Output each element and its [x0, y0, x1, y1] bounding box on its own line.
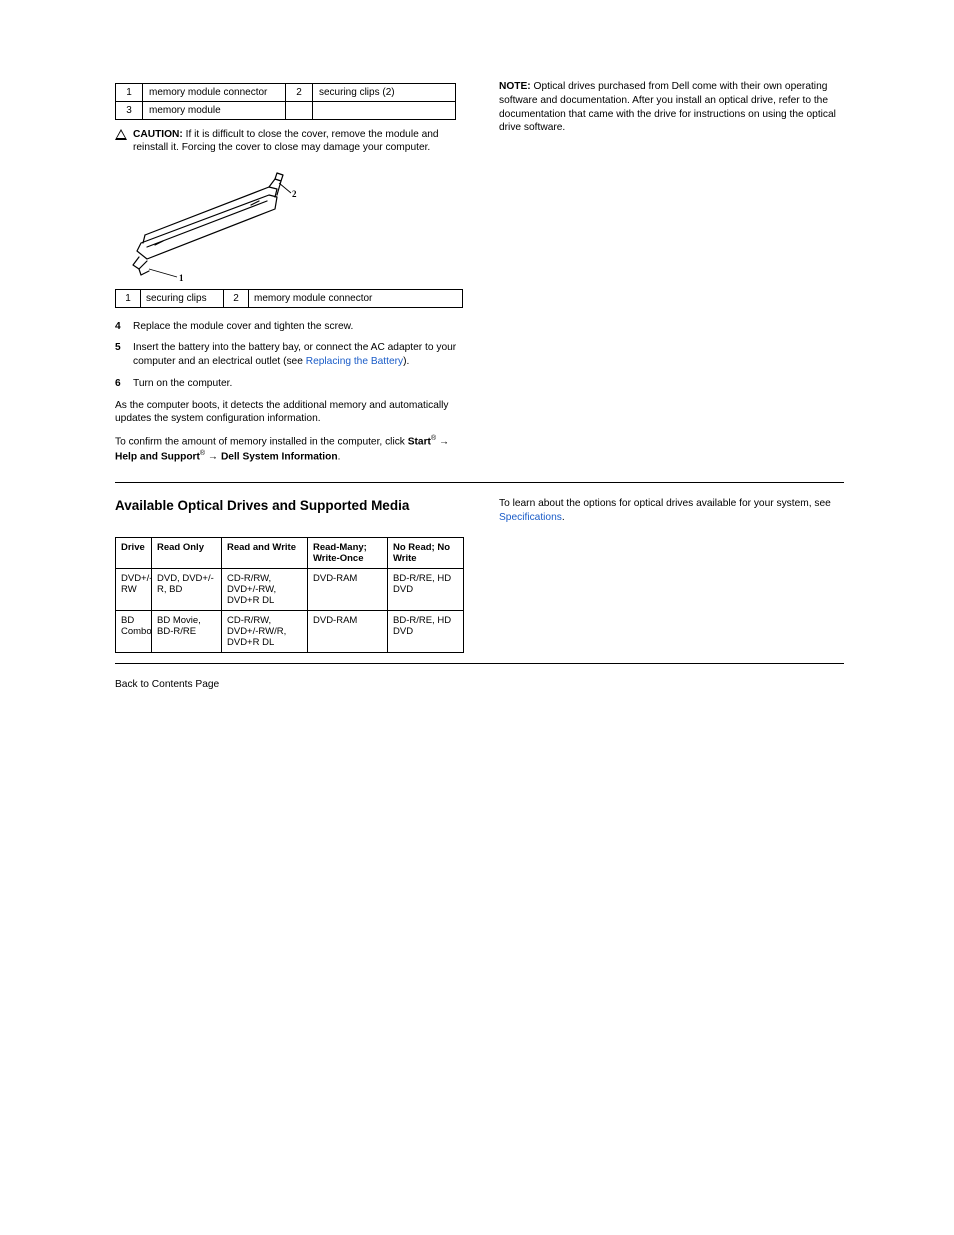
key2-2-text: memory module connector: [249, 289, 463, 307]
back-to-contents-link[interactable]: Back to Contents Page: [115, 678, 844, 692]
legend-3-text: memory module: [143, 102, 286, 120]
step-4: 4 Replace the module cover and tighten t…: [115, 320, 463, 334]
key2-2-num: 2: [224, 289, 249, 307]
table-row: BD Combo BD Movie, BD-R/RE CD-R/RW, DVD+…: [116, 610, 464, 652]
section-divider-top: [115, 482, 844, 483]
legend-table-top: 1 memory module connector 2 securing cli…: [115, 83, 456, 120]
key2-1-num: 1: [116, 289, 141, 307]
spec-intro: To learn about the options for optical d…: [499, 497, 844, 525]
legend-3-num: 3: [116, 102, 143, 120]
section-divider-bottom: [115, 663, 844, 664]
step-5: 5 Insert the battery into the battery ba…: [115, 341, 463, 369]
key2-1-text: securing clips: [141, 289, 224, 307]
confirm-paragraph: To confirm the amount of memory installe…: [115, 434, 463, 464]
caution-label: CAUTION:: [133, 129, 183, 140]
optical-drives-table: Drive Read Only Read and Write Read-Many…: [115, 537, 464, 653]
spec-h4: Read-Many; Write-Once: [308, 537, 388, 568]
legend-1-text: memory module connector: [143, 84, 286, 102]
legend-table-bottom: 1 securing clips 2 memory module connect…: [115, 289, 463, 308]
svg-text:2: 2: [292, 189, 297, 199]
caution-icon: [115, 129, 127, 140]
legend-2-num: 2: [286, 84, 313, 102]
caution-block: CAUTION: If it is difficult to close the…: [115, 128, 463, 155]
legend-1-num: 1: [116, 84, 143, 102]
specifications-link[interactable]: Specifications: [499, 512, 562, 523]
step-6: 6 Turn on the computer.: [115, 377, 463, 391]
spec-h3: Read and Write: [222, 537, 308, 568]
boot-paragraph: As the computer boots, it detects the ad…: [115, 399, 463, 427]
replacing-battery-link[interactable]: Replacing the Battery: [306, 356, 403, 367]
legend-2-text: securing clips (2): [313, 84, 456, 102]
memory-slot-diagram: 1 2: [119, 165, 299, 285]
optical-note: NOTE: Optical drives purchased from Dell…: [499, 80, 844, 135]
spec-h2: Read Only: [152, 537, 222, 568]
section-title: Available Optical Drives and Supported M…: [115, 497, 463, 515]
table-row: DVD+/- RW DVD, DVD+/-R, BD CD-R/RW, DVD+…: [116, 568, 464, 610]
spec-h5: No Read; No Write: [388, 537, 464, 568]
spec-h1: Drive: [116, 537, 152, 568]
svg-text:1: 1: [179, 273, 184, 283]
